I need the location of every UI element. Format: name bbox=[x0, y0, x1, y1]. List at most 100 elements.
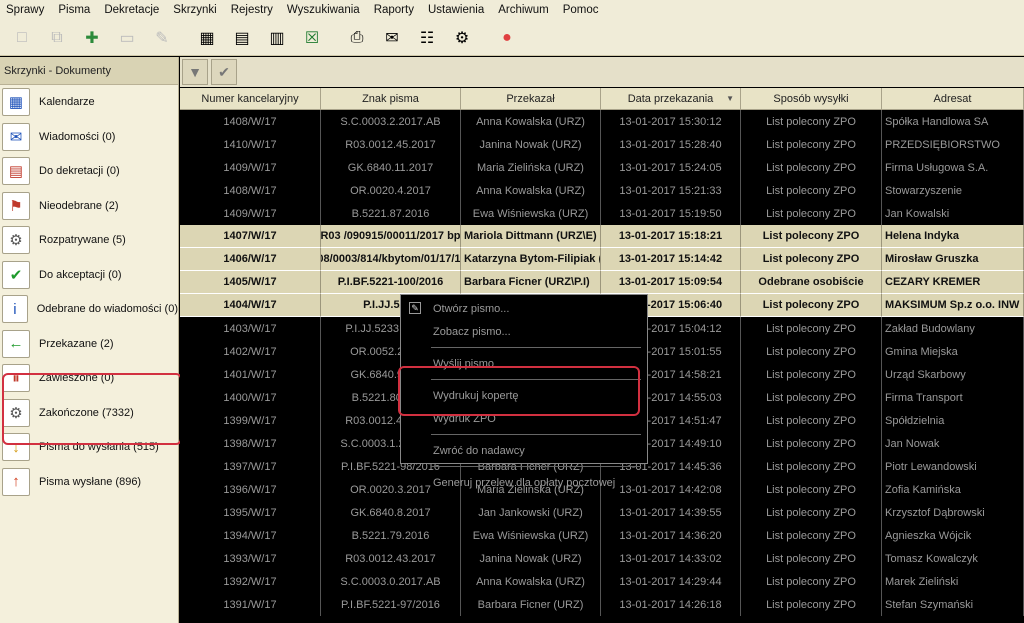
menu-item-5[interactable]: Wyszukiwania bbox=[287, 4, 360, 16]
mailbox-item-7[interactable]: ← Przekazane (2) bbox=[0, 327, 178, 362]
report-settings-icon[interactable]: ☷ bbox=[413, 24, 441, 52]
color-circles-icon[interactable]: ● bbox=[493, 24, 521, 52]
table-cell: Firma Transport bbox=[882, 386, 1024, 409]
table-cell: List polecony ZPO bbox=[741, 455, 882, 478]
menu-item-0[interactable]: Sprawy bbox=[6, 4, 44, 16]
menu-separator bbox=[431, 434, 641, 435]
table-row[interactable]: 1409/W/17 GK.6840.11.2017 Maria Zielińska … bbox=[180, 156, 1024, 179]
table-cell: 1406/W/17 bbox=[180, 248, 321, 271]
menu-item-9[interactable]: Pomoc bbox=[563, 4, 599, 16]
table-cell: Barbara Ficner (URZ) bbox=[461, 593, 601, 616]
mailbox-item-label: Do dekretacji (0) bbox=[39, 165, 120, 178]
add-document-icon[interactable]: ✚ bbox=[78, 24, 106, 52]
mailbox-item-4[interactable]: ⚙ Rozpatrywane (5) bbox=[0, 223, 178, 258]
context-menu-item-5[interactable]: Zwróć do nadawcy bbox=[401, 439, 647, 462]
context-menu-item-1[interactable]: Zobacz pismo... bbox=[401, 320, 647, 343]
messages-icon: ✉ bbox=[2, 122, 30, 151]
mailbox-item-2[interactable]: ▤ Do dekretacji (0) bbox=[0, 154, 178, 189]
table-cell: List polecony ZPO bbox=[741, 179, 882, 202]
table-cell: Janina Nowak (URZ) bbox=[461, 547, 601, 570]
table-row[interactable]: 1395/W/17 GK.6840.8.2017 Jan Jankowski (UR… bbox=[180, 501, 1024, 524]
mailbox-item-6[interactable]: i Odebrane do wiadomości (0) bbox=[0, 292, 178, 327]
table-cell: 1397/W/17 bbox=[180, 455, 321, 478]
menu-item-1[interactable]: Pisma bbox=[58, 4, 90, 16]
table-cell: MAKSIMUM Sp.z o.o. INW bbox=[882, 294, 1024, 317]
menu-item-3[interactable]: Skrzynki bbox=[173, 4, 216, 16]
register-sort-icon[interactable]: ▥ bbox=[263, 24, 291, 52]
mailbox-item-1[interactable]: ✉ Wiadomości (0) bbox=[0, 120, 178, 155]
table-row[interactable]: 1392/W/17 S.C.0003.0.2017.AB Anna Kowalska… bbox=[180, 570, 1024, 593]
table-row[interactable]: 1391/W/17 P.I.BF.5221-97/2016 Barbara Ficn… bbox=[180, 593, 1024, 616]
table-cell: Anna Kowalska (URZ) bbox=[461, 570, 601, 593]
table-cell: R03.0012.43.2017 bbox=[321, 547, 461, 570]
report-print-icon[interactable]: ⎙ bbox=[343, 24, 371, 52]
table-cell: 1407/W/17 bbox=[180, 225, 321, 248]
menu-item-8[interactable]: Archiwum bbox=[498, 4, 548, 16]
mailbox-item-label: Przekazane (2) bbox=[39, 337, 114, 350]
context-menu-label: Generuj przelew dla opłaty pocztowej bbox=[433, 476, 616, 489]
table-cell: Spółka Handlowa SA bbox=[882, 110, 1024, 133]
table-row[interactable]: 1406/W/17 08/0003/814/kbytom/01/17/1/Kata… bbox=[180, 248, 1024, 271]
col-header-addressee[interactable]: Adresat bbox=[882, 88, 1024, 109]
table-cell: OR.0020.4.2017 bbox=[321, 179, 461, 202]
table-cell: 1396/W/17 bbox=[180, 478, 321, 501]
context-menu-label: Otwórz pismo... bbox=[433, 302, 510, 315]
col-header-forwarded-by[interactable]: Przekazał bbox=[461, 88, 601, 109]
annotation-highlight-menu bbox=[398, 366, 640, 416]
table-cell: P.I.BF.5221-100/2016 bbox=[321, 271, 461, 294]
table-row[interactable]: 1394/W/17 B.5221.79.2016 Ewa Wiśniewska (U… bbox=[180, 524, 1024, 547]
forward-arrow-icon: ← bbox=[2, 329, 30, 358]
context-menu-label: Zwróć do nadawcy bbox=[433, 444, 525, 457]
table-cell: List polecony ZPO bbox=[741, 110, 882, 133]
mailbox-item-11[interactable]: ↑ Pisma wysłane (896) bbox=[0, 465, 178, 500]
gear-processing-icon: ⚙ bbox=[2, 226, 30, 255]
annotation-highlight-outbox bbox=[2, 373, 182, 445]
menu-item-4[interactable]: Rejestry bbox=[231, 4, 273, 16]
table-cell: Krzysztof Dąbrowski bbox=[882, 501, 1024, 524]
table-row[interactable]: 1409/W/17 B.5221.87.2016 Ewa Wiśniewska (U… bbox=[180, 202, 1024, 225]
table-cell: Helena Indyka bbox=[882, 225, 1024, 248]
register-red-icon[interactable]: ▤ bbox=[228, 24, 256, 52]
table-cell: 1408/W/17 bbox=[180, 179, 321, 202]
mailbox-item-3[interactable]: ⚑ Nieodebrane (2) bbox=[0, 189, 178, 224]
table-cell: Jan Kowalski bbox=[882, 202, 1024, 225]
col-header-sign[interactable]: Znak pisma bbox=[321, 88, 461, 109]
open-document-icon: ✎ bbox=[409, 302, 421, 314]
mailbox-item-label: Nieodebrane (2) bbox=[39, 199, 119, 212]
table-cell: 1392/W/17 bbox=[180, 570, 321, 593]
table-cell: Jan Jankowski (URZ) bbox=[461, 501, 601, 524]
table-row[interactable]: 1408/W/17 S.C.0003.2.2017.AB Anna Kowalska… bbox=[180, 110, 1024, 133]
table-cell: Stefan Szymański bbox=[882, 593, 1024, 616]
table-cell: 1391/W/17 bbox=[180, 593, 321, 616]
table-row[interactable]: 1407/W/17 R03 /090915/00011/2017 bp Mariol… bbox=[180, 225, 1024, 248]
filter-icon[interactable]: ▼ bbox=[182, 59, 208, 85]
menu-item-7[interactable]: Ustawienia bbox=[428, 4, 484, 16]
table-cell: Anna Kowalska (URZ) bbox=[461, 110, 601, 133]
mailbox-item-5[interactable]: ✔ Do akceptacji (0) bbox=[0, 258, 178, 293]
mailbox-item-0[interactable]: ▦ Kalendarze bbox=[0, 85, 178, 120]
menu-item-2[interactable]: Dekretacje bbox=[104, 4, 159, 16]
col-header-date[interactable]: Data przekazania ▼ bbox=[601, 88, 741, 109]
envelope-folder-icon[interactable]: ✉ bbox=[378, 24, 406, 52]
table-cell: List polecony ZPO bbox=[741, 294, 882, 317]
table-row[interactable]: 1393/W/17 R03.0012.43.2017 Janina Nowak (U… bbox=[180, 547, 1024, 570]
table-cell: Odebrane osobiście bbox=[741, 271, 882, 294]
table-cell: 13-01-2017 15:30:12 bbox=[601, 110, 741, 133]
excel-export-icon[interactable]: ☒ bbox=[298, 24, 326, 52]
table-row[interactable]: 1410/W/17 R03.0012.45.2017 Janina Nowak (U… bbox=[180, 133, 1024, 156]
table-cell: Mariola Dittmann (URZ\E) bbox=[461, 225, 601, 248]
table-row[interactable]: 1405/W/17 P.I.BF.5221-100/2016 Barbara Fic… bbox=[180, 271, 1024, 294]
table-cell: List polecony ZPO bbox=[741, 593, 882, 616]
col-header-send-method[interactable]: Sposób wysyłki bbox=[741, 88, 882, 109]
apply-check-icon[interactable]: ✔ bbox=[211, 59, 237, 85]
toolbar: □ ⧉ ✚ ▭ ✎ ▦ ▤ ▥ ☒ ⎙ ✉ ☷ ⚙ ● bbox=[0, 20, 1024, 56]
filter-bar: ▼ ✔ bbox=[180, 57, 1024, 87]
table-row[interactable]: 1408/W/17 OR.0020.4.2017 Anna Kowalska (UR… bbox=[180, 179, 1024, 202]
context-menu-item-6[interactable]: Generuj przelew dla opłaty pocztowej bbox=[401, 471, 647, 494]
context-menu-item-0[interactable]: ✎ Otwórz pismo... bbox=[401, 297, 647, 320]
menu-item-6[interactable]: Raporty bbox=[374, 4, 414, 16]
register-add-icon[interactable]: ▦ bbox=[193, 24, 221, 52]
settings-gear-icon[interactable]: ⚙ bbox=[448, 24, 476, 52]
col-header-number[interactable]: Numer kancelaryjny bbox=[180, 88, 321, 109]
table-cell: GK.6840.11.2017 bbox=[321, 156, 461, 179]
